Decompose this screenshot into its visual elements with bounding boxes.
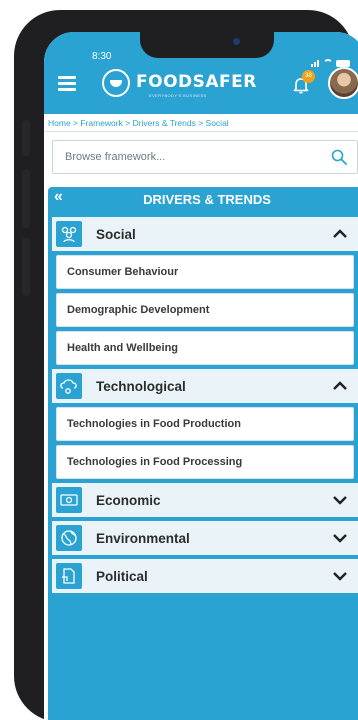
subcategory-item[interactable]: Technologies in Food Processing — [56, 445, 354, 479]
phone-frame: 8:30 FOODSAFER EVERYBODY'S BUSINESS 38 H… — [14, 10, 358, 720]
category-label: Political — [96, 568, 148, 584]
panel-header: « DRIVERS & TRENDS — [48, 187, 358, 213]
signal-icon — [311, 49, 320, 67]
category-social[interactable]: Social — [52, 217, 358, 251]
volume-down-button — [22, 238, 30, 296]
status-icons — [311, 49, 350, 67]
hamburger-menu-icon[interactable] — [58, 76, 76, 91]
category-label: Environmental — [96, 530, 190, 546]
chevron-up-icon[interactable] — [328, 374, 352, 398]
people-icon — [56, 221, 82, 247]
chevron-down-icon[interactable] — [328, 564, 352, 588]
category-environmental[interactable]: Environmental — [52, 521, 358, 555]
search-input[interactable]: Browse framework... — [65, 151, 165, 163]
category-label: Economic — [96, 492, 161, 508]
chevron-down-icon[interactable] — [328, 526, 352, 550]
notch — [140, 32, 274, 58]
user-avatar[interactable] — [328, 67, 358, 99]
status-time: 8:30 — [92, 51, 112, 62]
category-economic[interactable]: Economic — [52, 483, 358, 517]
wifi-icon — [323, 59, 333, 67]
category-technological[interactable]: Technological — [52, 369, 358, 403]
subcategory-item[interactable]: Demographic Development — [56, 293, 354, 327]
category-label: Technological — [96, 378, 186, 394]
category-label: Social — [96, 226, 136, 242]
drivers-trends-panel: « DRIVERS & TRENDS Social Consumer Behav… — [48, 187, 358, 720]
volume-up-button — [22, 170, 30, 228]
breadcrumb[interactable]: Home > Framework > Drivers & Trends > So… — [44, 114, 358, 132]
silent-switch — [22, 120, 30, 156]
notification-badge: 38 — [302, 70, 315, 83]
globe-icon — [56, 525, 82, 551]
document-icon — [56, 563, 82, 589]
category-political[interactable]: Political — [52, 559, 358, 593]
app-header: 8:30 FOODSAFER EVERYBODY'S BUSINESS 38 H… — [44, 32, 358, 132]
chevron-up-icon[interactable] — [328, 222, 352, 246]
subcategory-item[interactable]: Technologies in Food Production — [56, 407, 354, 441]
search-icon[interactable] — [331, 149, 347, 165]
cloud-gear-icon — [56, 373, 82, 399]
chevron-down-icon[interactable] — [328, 488, 352, 512]
search-box[interactable]: Browse framework... — [52, 140, 358, 174]
battery-icon — [336, 60, 350, 67]
app-screen: 8:30 FOODSAFER EVERYBODY'S BUSINESS 38 H… — [44, 32, 358, 720]
money-icon — [56, 487, 82, 513]
panel-title: DRIVERS & TRENDS — [143, 192, 271, 207]
brand-tagline: EVERYBODY'S BUSINESS — [149, 93, 207, 98]
foodsafer-logo-icon — [102, 69, 130, 97]
front-camera — [233, 38, 240, 45]
subcategory-item[interactable]: Consumer Behaviour — [56, 255, 354, 289]
brand-name: FOODSAFER — [136, 72, 257, 92]
subcategory-item[interactable]: Health and Wellbeing — [56, 331, 354, 365]
